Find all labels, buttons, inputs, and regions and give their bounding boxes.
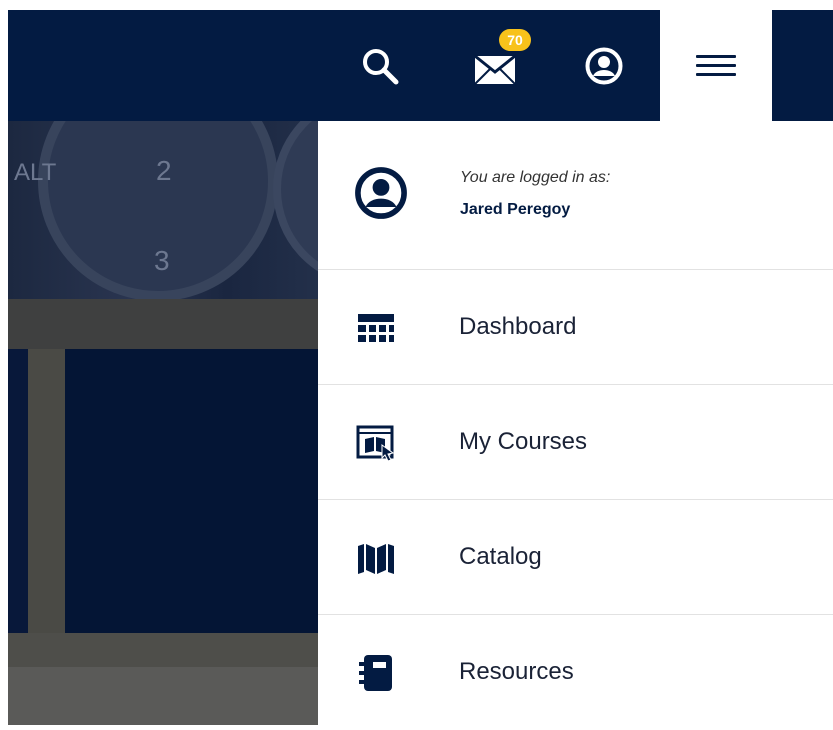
dashboard-grid-icon [358, 314, 394, 342]
menu-item-label: Dashboard [459, 313, 577, 340]
hero-background-image: ALT 2 3 [8, 121, 320, 725]
gauge-label: 3 [154, 245, 170, 276]
menu-item-label: Catalog [459, 543, 542, 570]
envelope-icon [474, 54, 516, 85]
message-count-badge: 70 [499, 29, 531, 51]
user-circle-icon [355, 167, 407, 219]
menu-item-catalog[interactable]: Catalog [318, 500, 833, 615]
user-circle-icon [585, 47, 623, 84]
book-open-icon [358, 544, 394, 574]
user-name: Jared Peregoy [460, 201, 571, 218]
account-button[interactable] [576, 10, 632, 121]
menu-item-label: My Courses [459, 428, 588, 455]
notebook-icon [359, 655, 392, 691]
menu-item-dashboard[interactable]: Dashboard [318, 270, 833, 385]
course-window-icon [356, 425, 395, 462]
menu-item-resources[interactable]: Resources [318, 615, 833, 730]
messages-button[interactable] [460, 10, 530, 121]
hamburger-icon [696, 49, 736, 82]
cockpit-gauges-image: ALT 2 3 [8, 121, 320, 301]
menu-item-label: Resources [459, 658, 574, 685]
search-icon [363, 48, 399, 84]
logged-in-user-info: You are logged in as: Jared Peregoy [318, 121, 833, 270]
logged-in-caption: You are logged in as: [460, 169, 611, 186]
hero-dark-panel [65, 349, 320, 633]
gauge-label: 2 [156, 155, 172, 186]
user-dropdown-menu: You are logged in as: Jared Peregoy Dash… [318, 121, 833, 725]
gauge-label: ALT [14, 159, 57, 186]
search-button[interactable] [350, 10, 410, 121]
menu-item-my-courses[interactable]: My Courses [318, 385, 833, 500]
menu-toggle-button[interactable] [660, 10, 772, 121]
